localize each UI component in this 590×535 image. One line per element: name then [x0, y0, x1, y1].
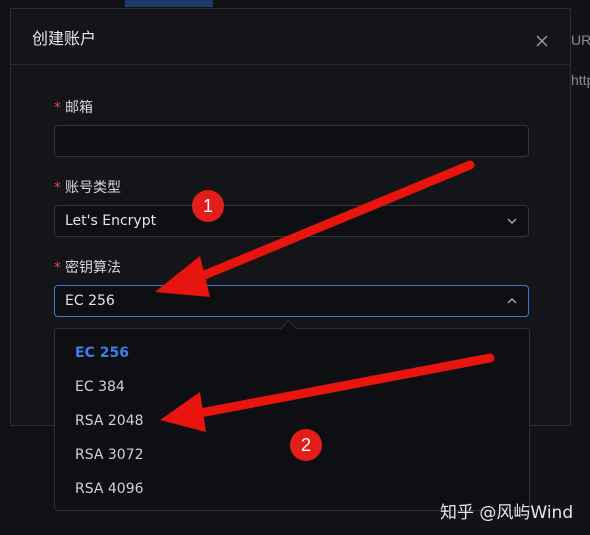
- key-algorithm-label-text: 密钥算法: [65, 260, 121, 276]
- option-rsa-2048[interactable]: RSA 2048: [55, 404, 529, 438]
- required-mark: *: [54, 180, 61, 196]
- required-mark: *: [54, 100, 61, 116]
- background-active-tab: [125, 0, 213, 7]
- required-mark: *: [54, 260, 61, 276]
- watermark: 知乎 @风屿Wind: [440, 503, 574, 523]
- chevron-down-icon: [507, 218, 517, 224]
- annotation-badge-1: 1: [192, 190, 224, 222]
- account-type-select[interactable]: Let's Encrypt: [54, 205, 529, 237]
- key-algorithm-dropdown: EC 256 EC 384 RSA 2048 RSA 3072 RSA 4096: [54, 328, 530, 511]
- key-algorithm-label: * 密钥算法: [54, 257, 121, 277]
- email-label: * 邮箱: [54, 97, 93, 117]
- annotation-badge-2: 2: [290, 429, 322, 461]
- chevron-up-icon: [507, 298, 517, 304]
- email-input[interactable]: [54, 125, 529, 157]
- close-icon: [536, 35, 548, 47]
- background-cell-text: http: [571, 72, 590, 88]
- account-type-label: * 账号类型: [54, 177, 121, 197]
- account-type-value: Let's Encrypt: [65, 213, 157, 229]
- option-ec-384[interactable]: EC 384: [55, 370, 529, 404]
- email-label-text: 邮箱: [65, 100, 93, 116]
- key-algorithm-select[interactable]: EC 256: [54, 285, 529, 317]
- key-algorithm-value: EC 256: [65, 293, 115, 309]
- option-ec-256[interactable]: EC 256: [55, 336, 529, 370]
- account-type-label-text: 账号类型: [65, 180, 121, 196]
- close-button[interactable]: [534, 33, 550, 49]
- dialog-title: 创建账户: [32, 29, 97, 48]
- dialog-header: 创建账户: [11, 9, 570, 65]
- background-column-header: URL: [571, 32, 590, 48]
